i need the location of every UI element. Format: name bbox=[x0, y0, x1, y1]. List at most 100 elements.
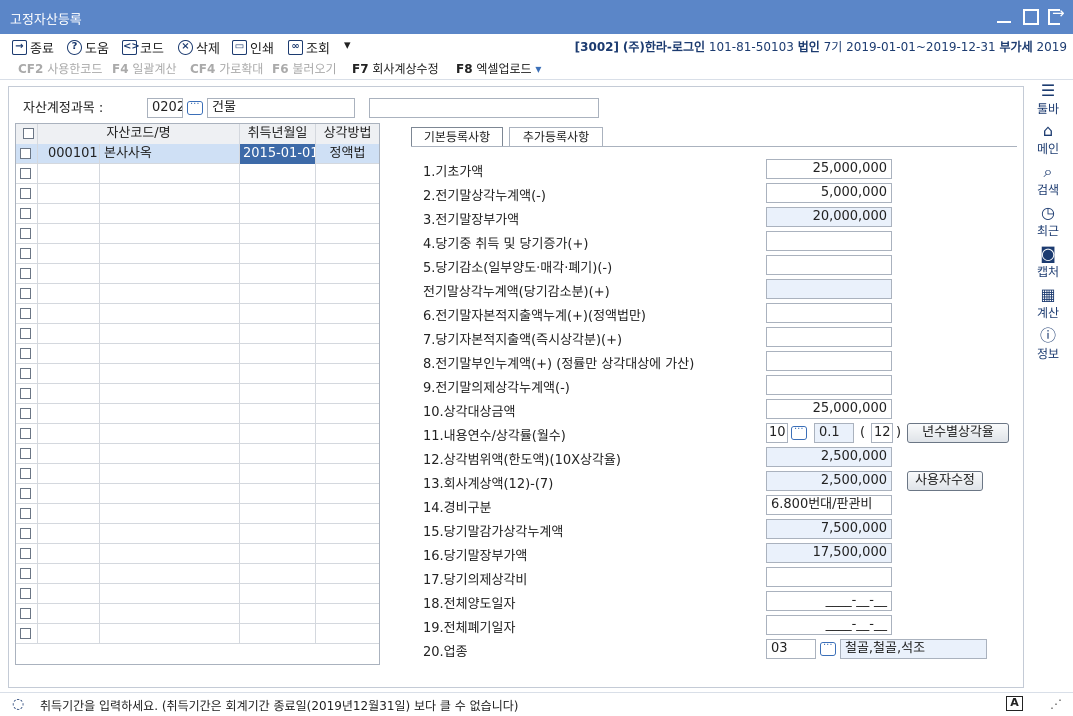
empty-cell[interactable] bbox=[38, 364, 100, 384]
empty-cell[interactable] bbox=[316, 504, 379, 524]
empty-cell[interactable] bbox=[316, 604, 379, 624]
empty-cell[interactable] bbox=[316, 624, 379, 644]
empty-cell[interactable] bbox=[240, 244, 316, 264]
account-code-input[interactable]: 0202 bbox=[147, 98, 183, 118]
empty-cell[interactable] bbox=[240, 504, 316, 524]
row-checkbox[interactable] bbox=[16, 484, 38, 504]
empty-cell[interactable] bbox=[100, 404, 240, 424]
row-checkbox[interactable] bbox=[16, 244, 38, 264]
current-deemed-dep-input[interactable] bbox=[766, 567, 892, 587]
empty-cell[interactable] bbox=[100, 624, 240, 644]
row-checkbox[interactable] bbox=[16, 164, 38, 184]
empty-cell[interactable] bbox=[316, 524, 379, 544]
empty-cell[interactable] bbox=[38, 264, 100, 284]
row-checkbox[interactable] bbox=[16, 284, 38, 304]
empty-table-row[interactable] bbox=[16, 184, 379, 204]
close-button[interactable]: → 종료 bbox=[12, 38, 54, 57]
current-decrease-input[interactable] bbox=[766, 255, 892, 275]
empty-cell[interactable] bbox=[316, 304, 379, 324]
empty-cell[interactable] bbox=[100, 584, 240, 604]
print-button[interactable]: ▭ 인쇄 bbox=[232, 38, 274, 57]
empty-cell[interactable] bbox=[100, 284, 240, 304]
empty-table-row[interactable] bbox=[16, 344, 379, 364]
empty-table-row[interactable] bbox=[16, 284, 379, 304]
row-checkbox[interactable] bbox=[16, 204, 38, 224]
sidemenu-main[interactable]: ⌂ 메인 bbox=[1028, 122, 1068, 157]
empty-cell[interactable] bbox=[240, 564, 316, 584]
empty-cell[interactable] bbox=[316, 284, 379, 304]
sidemenu-toolbar[interactable]: ☰ 툴바 bbox=[1028, 82, 1068, 117]
row-checkbox[interactable] bbox=[16, 224, 38, 244]
empty-table-row[interactable] bbox=[16, 464, 379, 484]
empty-table-row[interactable] bbox=[16, 444, 379, 464]
empty-cell[interactable] bbox=[38, 284, 100, 304]
sidemenu-calculator[interactable]: ▦ 계산 bbox=[1028, 286, 1068, 321]
empty-cell[interactable] bbox=[38, 224, 100, 244]
prior-capex-accum-input[interactable] bbox=[766, 303, 892, 323]
row-checkbox[interactable] bbox=[16, 324, 38, 344]
empty-cell[interactable] bbox=[316, 384, 379, 404]
empty-table-row[interactable] bbox=[16, 324, 379, 344]
code-button[interactable]: <> 코드 bbox=[122, 38, 164, 57]
empty-cell[interactable] bbox=[316, 584, 379, 604]
empty-cell[interactable] bbox=[38, 524, 100, 544]
select-all-checkbox[interactable] bbox=[16, 124, 38, 144]
empty-cell[interactable] bbox=[100, 444, 240, 464]
acquisition-date[interactable]: 2015-01-01 bbox=[240, 144, 316, 164]
row-checkbox[interactable] bbox=[16, 364, 38, 384]
empty-cell[interactable] bbox=[316, 484, 379, 504]
maximize-icon[interactable] bbox=[1021, 7, 1039, 25]
sidemenu-capture[interactable]: ◙ 캡처 bbox=[1028, 245, 1068, 280]
empty-cell[interactable] bbox=[316, 224, 379, 244]
row-checkbox[interactable] bbox=[16, 504, 38, 524]
empty-cell[interactable] bbox=[316, 404, 379, 424]
empty-cell[interactable] bbox=[100, 384, 240, 404]
fkey-company-amount-edit[interactable]: F7 회사계상수정 bbox=[352, 60, 439, 77]
empty-cell[interactable] bbox=[38, 244, 100, 264]
empty-cell[interactable] bbox=[240, 184, 316, 204]
empty-cell[interactable] bbox=[240, 164, 316, 184]
empty-cell[interactable] bbox=[38, 444, 100, 464]
empty-cell[interactable] bbox=[100, 464, 240, 484]
empty-cell[interactable] bbox=[100, 344, 240, 364]
empty-cell[interactable] bbox=[38, 604, 100, 624]
empty-cell[interactable] bbox=[240, 624, 316, 644]
row-checkbox[interactable] bbox=[16, 144, 38, 164]
empty-cell[interactable] bbox=[100, 204, 240, 224]
empty-cell[interactable] bbox=[240, 384, 316, 404]
empty-cell[interactable] bbox=[100, 484, 240, 504]
full-disposal-date-input[interactable]: ____-__-__ bbox=[766, 615, 892, 635]
empty-cell[interactable] bbox=[38, 344, 100, 364]
fkey-used-codes[interactable]: CF2 사용한코드 bbox=[18, 60, 102, 77]
row-checkbox[interactable] bbox=[16, 624, 38, 644]
empty-cell[interactable] bbox=[100, 604, 240, 624]
fkey-widen[interactable]: CF4 가로확대 bbox=[190, 60, 263, 77]
empty-table-row[interactable] bbox=[16, 264, 379, 284]
empty-table-row[interactable] bbox=[16, 604, 379, 624]
empty-cell[interactable] bbox=[240, 524, 316, 544]
base-value-input[interactable]: 25,000,000 bbox=[766, 159, 892, 179]
empty-cell[interactable] bbox=[38, 564, 100, 584]
empty-cell[interactable] bbox=[240, 424, 316, 444]
empty-cell[interactable] bbox=[38, 544, 100, 564]
empty-cell[interactable] bbox=[100, 324, 240, 344]
empty-cell[interactable] bbox=[100, 184, 240, 204]
empty-table-row[interactable] bbox=[16, 504, 379, 524]
empty-cell[interactable] bbox=[240, 284, 316, 304]
tab-basic[interactable]: 기본등록사항 bbox=[411, 127, 503, 147]
help-button[interactable]: ? 도움 bbox=[67, 38, 109, 57]
empty-cell[interactable] bbox=[38, 424, 100, 444]
sidemenu-search[interactable]: ⌕ 검색 bbox=[1028, 163, 1068, 198]
empty-cell[interactable] bbox=[38, 164, 100, 184]
row-checkbox[interactable] bbox=[16, 544, 38, 564]
fkey-batch-calc[interactable]: F4 일괄계산 bbox=[112, 60, 177, 77]
empty-table-row[interactable] bbox=[16, 544, 379, 564]
empty-table-row[interactable] bbox=[16, 244, 379, 264]
fkey-load[interactable]: F6 불러오기 bbox=[272, 60, 337, 77]
resize-grip-icon[interactable]: ⋰ bbox=[1050, 697, 1062, 711]
empty-cell[interactable] bbox=[38, 584, 100, 604]
useful-life-input[interactable]: 10 bbox=[766, 423, 788, 443]
full-transfer-date-input[interactable]: ____-__-__ bbox=[766, 591, 892, 611]
table-row[interactable]: 000101 본사사옥 2015-01-01 정액법 bbox=[16, 144, 379, 164]
empty-cell[interactable] bbox=[240, 304, 316, 324]
